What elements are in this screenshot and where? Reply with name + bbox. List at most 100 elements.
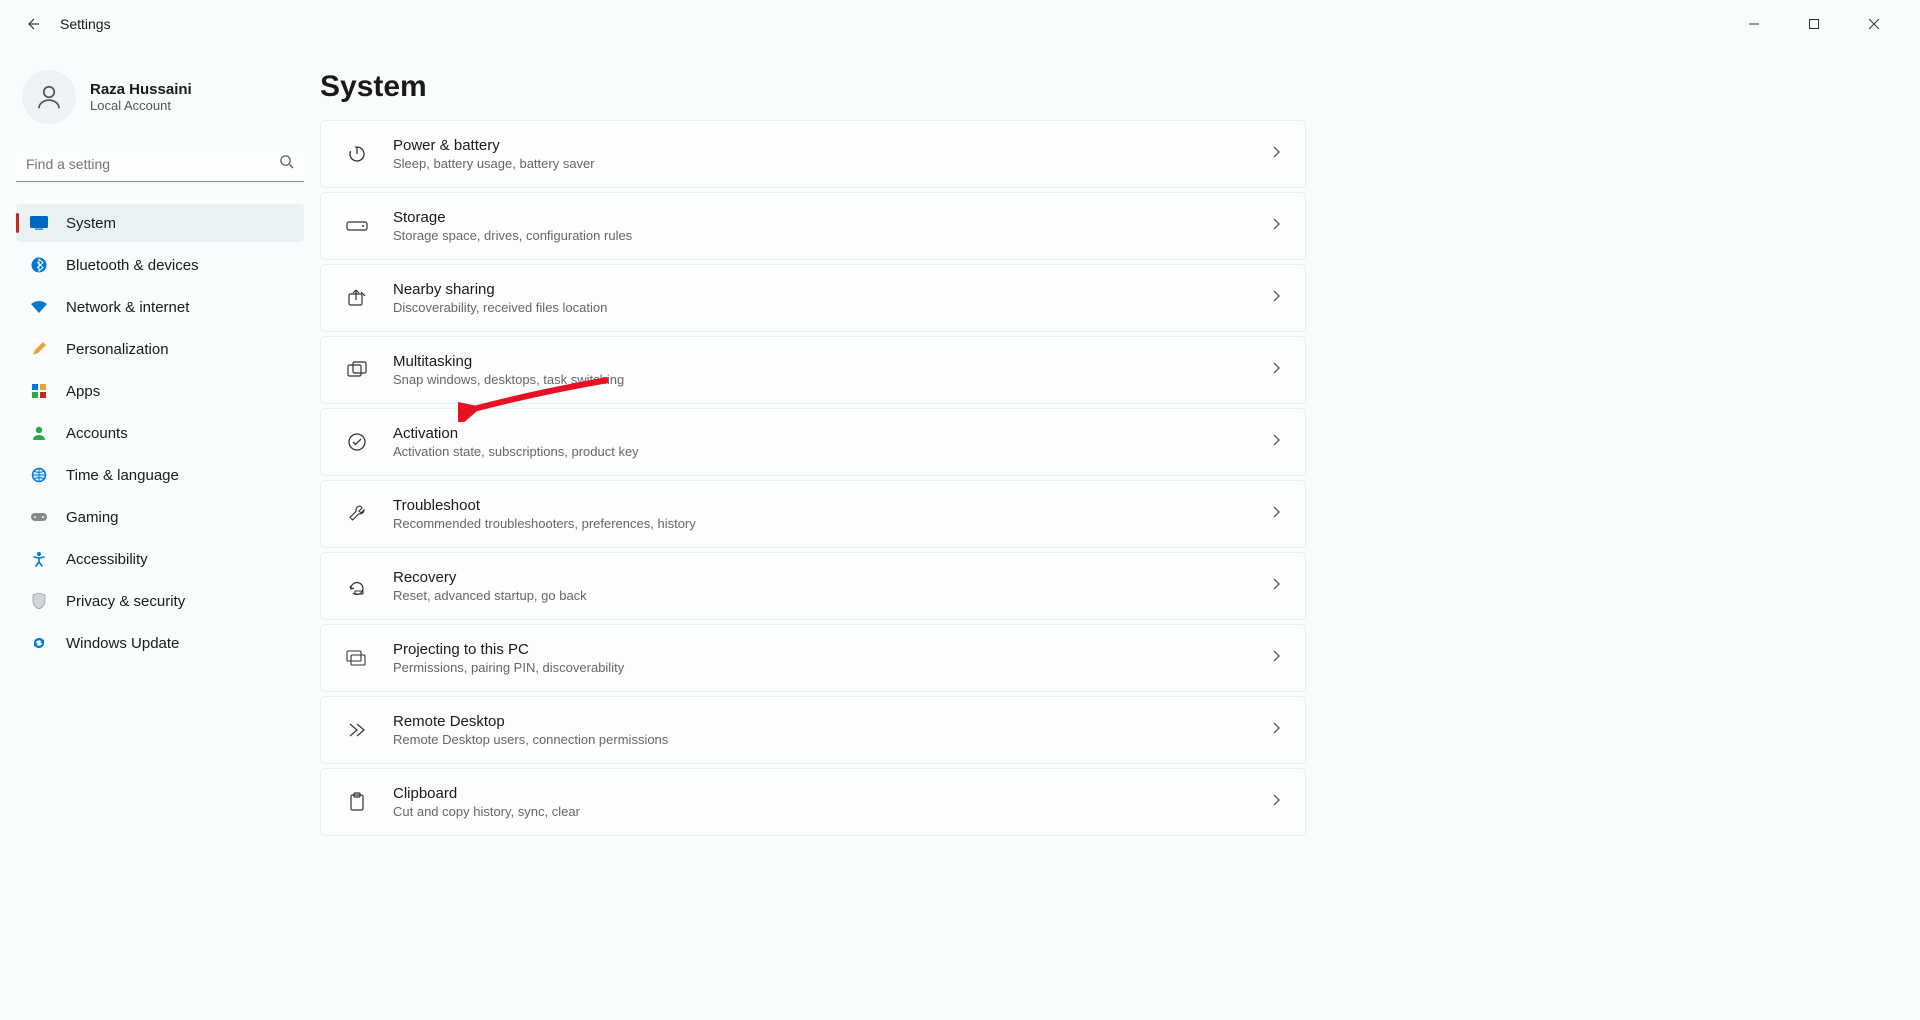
- sidebar-item-personalization[interactable]: Personalization: [16, 330, 304, 368]
- share-icon: [343, 284, 371, 312]
- recovery-icon: [343, 572, 371, 600]
- card-subtitle: Cut and copy history, sync, clear: [393, 804, 1271, 819]
- card-clipboard[interactable]: Clipboard Cut and copy history, sync, cle…: [320, 768, 1306, 836]
- wrench-icon: [343, 500, 371, 528]
- sidebar-item-accessibility[interactable]: Accessibility: [16, 540, 304, 578]
- card-title: Power & battery: [393, 137, 1271, 154]
- sidebar-item-system[interactable]: System: [16, 204, 304, 242]
- sidebar: Raza Hussaini Local Account System Bluet…: [0, 48, 320, 1020]
- sidebar-item-label: Windows Update: [66, 635, 179, 652]
- page-title: System: [320, 64, 1896, 120]
- card-subtitle: Sleep, battery usage, battery saver: [393, 156, 1271, 171]
- chevron-right-icon: [1271, 145, 1283, 164]
- sidebar-item-label: Privacy & security: [66, 593, 185, 610]
- person-icon: [30, 424, 48, 442]
- chevron-right-icon: [1271, 793, 1283, 812]
- remote-icon: [343, 716, 371, 744]
- card-title: Recovery: [393, 569, 1271, 586]
- card-power-battery[interactable]: Power & battery Sleep, battery usage, bat…: [320, 120, 1306, 188]
- card-title: Troubleshoot: [393, 497, 1271, 514]
- sidebar-item-privacy[interactable]: Privacy & security: [16, 582, 304, 620]
- card-remote-desktop[interactable]: Remote Desktop Remote Desktop users, conn…: [320, 696, 1306, 764]
- sidebar-item-time-language[interactable]: Time & language: [16, 456, 304, 494]
- minimize-icon: [1748, 18, 1760, 30]
- accessibility-icon: [30, 550, 48, 568]
- card-subtitle: Discoverability, received files location: [393, 300, 1271, 315]
- card-activation[interactable]: Activation Activation state, subscription…: [320, 408, 1306, 476]
- shield-icon: [30, 592, 48, 610]
- avatar: [22, 70, 76, 124]
- card-subtitle: Recommended troubleshooters, preferences…: [393, 516, 1271, 531]
- chevron-right-icon: [1271, 649, 1283, 668]
- card-subtitle: Storage space, drives, configuration rul…: [393, 228, 1271, 243]
- window-title: Settings: [60, 16, 111, 32]
- storage-icon: [343, 212, 371, 240]
- back-button[interactable]: [20, 12, 44, 36]
- card-title: Nearby sharing: [393, 281, 1271, 298]
- close-icon: [1868, 18, 1880, 30]
- profile-subtitle: Local Account: [90, 98, 192, 113]
- multitask-icon: [343, 356, 371, 384]
- card-subtitle: Permissions, pairing PIN, discoverabilit…: [393, 660, 1271, 675]
- sidebar-item-label: Personalization: [66, 341, 169, 358]
- sidebar-item-label: Gaming: [66, 509, 119, 526]
- card-subtitle: Reset, advanced startup, go back: [393, 588, 1271, 603]
- clipboard-icon: [343, 788, 371, 816]
- sidebar-item-label: Time & language: [66, 467, 179, 484]
- card-title: Storage: [393, 209, 1271, 226]
- card-subtitle: Snap windows, desktops, task switching: [393, 372, 1271, 387]
- chevron-right-icon: [1271, 577, 1283, 596]
- card-subtitle: Remote Desktop users, connection permiss…: [393, 732, 1271, 747]
- project-icon: [343, 644, 371, 672]
- gamepad-icon: [30, 508, 48, 526]
- person-outline-icon: [34, 82, 64, 112]
- card-subtitle: Activation state, subscriptions, product…: [393, 444, 1271, 459]
- sidebar-item-apps[interactable]: Apps: [16, 372, 304, 410]
- sidebar-item-bluetooth[interactable]: Bluetooth & devices: [16, 246, 304, 284]
- card-title: Remote Desktop: [393, 713, 1271, 730]
- check-circle-icon: [343, 428, 371, 456]
- main-panel: System Power & battery Sleep, battery usa…: [320, 48, 1920, 1020]
- card-troubleshoot[interactable]: Troubleshoot Recommended troubleshooters,…: [320, 480, 1306, 548]
- brush-icon: [30, 340, 48, 358]
- close-button[interactable]: [1856, 10, 1892, 38]
- sidebar-item-network[interactable]: Network & internet: [16, 288, 304, 326]
- nav-list: System Bluetooth & devices Network & int…: [16, 204, 304, 662]
- power-icon: [343, 140, 371, 168]
- card-title: Multitasking: [393, 353, 1271, 370]
- wifi-icon: [30, 298, 48, 316]
- sidebar-item-label: Apps: [66, 383, 100, 400]
- sidebar-item-label: Accessibility: [66, 551, 148, 568]
- card-recovery[interactable]: Recovery Reset, advanced startup, go back: [320, 552, 1306, 620]
- chevron-right-icon: [1271, 721, 1283, 740]
- sidebar-item-label: Accounts: [66, 425, 128, 442]
- chevron-right-icon: [1271, 217, 1283, 236]
- system-icon: [30, 214, 48, 232]
- chevron-right-icon: [1271, 433, 1283, 452]
- sidebar-item-label: Bluetooth & devices: [66, 257, 199, 274]
- update-icon: [30, 634, 48, 652]
- sidebar-item-label: System: [66, 215, 116, 232]
- maximize-button[interactable]: [1796, 10, 1832, 38]
- card-multitasking[interactable]: Multitasking Snap windows, desktops, task…: [320, 336, 1306, 404]
- minimize-button[interactable]: [1736, 10, 1772, 38]
- card-projecting[interactable]: Projecting to this PC Permissions, pairin…: [320, 624, 1306, 692]
- card-title: Clipboard: [393, 785, 1271, 802]
- card-storage[interactable]: Storage Storage space, drives, configurat…: [320, 192, 1306, 260]
- search-input[interactable]: [26, 156, 279, 172]
- card-title: Activation: [393, 425, 1271, 442]
- search-box[interactable]: [16, 146, 304, 182]
- globe-icon: [30, 466, 48, 484]
- sidebar-item-accounts[interactable]: Accounts: [16, 414, 304, 452]
- search-icon: [279, 154, 294, 174]
- apps-icon: [30, 382, 48, 400]
- card-title: Projecting to this PC: [393, 641, 1271, 658]
- sidebar-item-update[interactable]: Windows Update: [16, 624, 304, 662]
- card-nearby-sharing[interactable]: Nearby sharing Discoverability, received …: [320, 264, 1306, 332]
- profile-block[interactable]: Raza Hussaini Local Account: [16, 60, 304, 146]
- sidebar-item-gaming[interactable]: Gaming: [16, 498, 304, 536]
- maximize-icon: [1808, 18, 1820, 30]
- chevron-right-icon: [1271, 361, 1283, 380]
- titlebar: Settings: [0, 0, 1920, 48]
- chevron-right-icon: [1271, 289, 1283, 308]
